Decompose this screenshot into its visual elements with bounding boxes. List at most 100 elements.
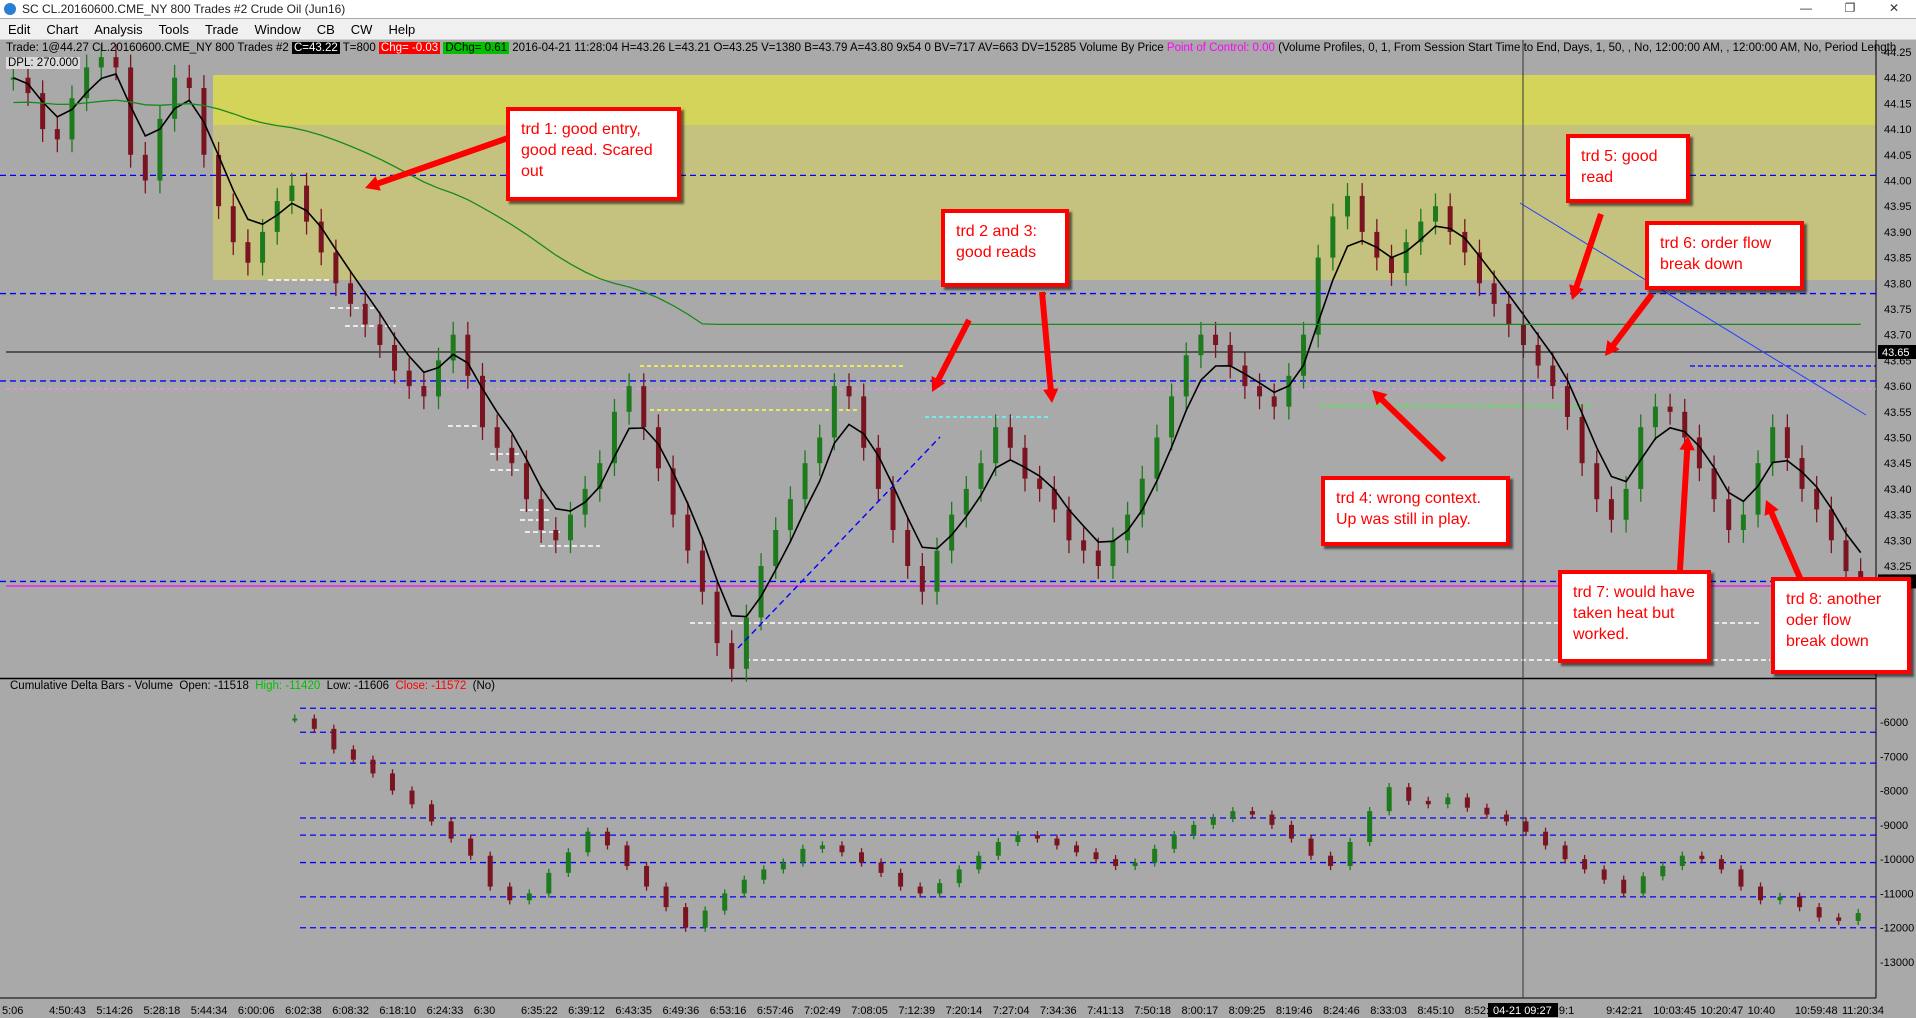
close-badge: C=43.22	[291, 42, 340, 54]
close-icon[interactable]: ✕	[1872, 0, 1916, 18]
annotation-trd7[interactable]: trd 7: would have taken heat but worked.	[1558, 570, 1711, 663]
annotation-trd5[interactable]: trd 5: good read	[1566, 134, 1690, 203]
delta-body-80	[1855, 913, 1861, 921]
menu-cb[interactable]: CB	[309, 22, 343, 37]
candle-body-43	[641, 386, 647, 428]
candle-body-17	[260, 231, 266, 263]
delta-body-64	[1543, 831, 1549, 846]
candle-body-61	[905, 530, 911, 566]
candle-body-70	[1037, 478, 1043, 489]
candle-body-25	[377, 324, 383, 345]
time-label-17: 7:02:49	[804, 1005, 841, 1017]
candle-body-81	[1198, 334, 1204, 356]
candle-body-97	[1432, 206, 1438, 222]
delta-body-59	[1445, 797, 1451, 805]
delta-body-44	[1152, 848, 1158, 863]
delta-body-50	[1269, 814, 1275, 825]
delta-body-45	[1171, 835, 1177, 849]
menu-bar: Edit Chart Analysis Tools Trade Window C…	[0, 19, 1916, 40]
candle-body-23	[348, 283, 354, 304]
time-label-18: 7:08:05	[851, 1005, 888, 1017]
delta-body-28	[839, 845, 845, 853]
delta-body-26	[800, 848, 806, 863]
delta-body-57	[1406, 787, 1412, 801]
delta-body-70	[1660, 866, 1666, 877]
restore-icon[interactable]: ❐	[1828, 0, 1872, 18]
menu-trade[interactable]: Trade	[197, 22, 246, 37]
delta-body-9	[468, 838, 474, 856]
candle-body-82	[1213, 334, 1219, 345]
delta-flag: (No)	[472, 680, 495, 692]
annotation-trd6[interactable]: trd 6: order flow break down	[1645, 221, 1804, 290]
delta-body-47	[1210, 818, 1216, 825]
candle-body-93	[1374, 231, 1380, 258]
price-label-4: 44.05	[1884, 150, 1912, 162]
candle-body-92	[1359, 195, 1365, 232]
candle-body-90	[1330, 216, 1336, 258]
window-title: SC CL.20160600.CME_NY 800 Trades #2 Crud…	[22, 2, 346, 16]
delta-body-42	[1113, 859, 1119, 866]
candle-body-53	[787, 499, 793, 531]
time-label-5: 6:00:06	[238, 1005, 275, 1017]
candle-body-78	[1154, 437, 1160, 479]
menu-help[interactable]: Help	[380, 22, 423, 37]
candle-body-123	[1814, 488, 1820, 510]
window-controls: — ❐ ✕	[1784, 0, 1916, 18]
candle-body-6	[98, 57, 104, 68]
time-label-25: 8:00:17	[1181, 1005, 1218, 1017]
candle-body-87	[1286, 375, 1292, 407]
delta-body-17	[624, 845, 630, 866]
delta-body-58	[1425, 800, 1431, 805]
delta-header: Cumulative Delta Bars - Volume Open: -11…	[10, 680, 495, 692]
time-label-22: 7:34:36	[1040, 1005, 1077, 1017]
app-icon	[4, 3, 16, 15]
candle-body-95	[1403, 242, 1409, 274]
candle-body-35	[523, 463, 529, 500]
delta-body-69	[1640, 876, 1646, 894]
time-label-20: 7:20:14	[946, 1005, 983, 1017]
candle-body-118	[1740, 514, 1746, 531]
delta-body-76	[1777, 896, 1783, 901]
annotation-trd1[interactable]: trd 1: good entry, good read. Scared out	[506, 107, 681, 201]
menu-window[interactable]: Window	[246, 22, 308, 37]
annotation-trd4[interactable]: trd 4: wrong context. Up was still in pl…	[1321, 476, 1510, 546]
candle-body-38	[567, 514, 573, 541]
delta-pane[interactable]	[0, 679, 1876, 997]
candle-body-67	[993, 427, 999, 464]
time-label-29: 8:33:03	[1370, 1005, 1407, 1017]
annotation-trd8[interactable]: trd 8: another oder flow break down	[1771, 577, 1911, 674]
candle-body-69	[1022, 447, 1028, 479]
price-label-16: 43.45	[1884, 458, 1912, 470]
menu-chart[interactable]: Chart	[38, 22, 86, 37]
price-label-3: 44.10	[1884, 124, 1912, 136]
delta-body-21	[702, 910, 708, 928]
candle-body-83	[1227, 344, 1233, 366]
candle-body-54	[802, 463, 808, 500]
candle-body-115	[1696, 437, 1702, 469]
menu-cw[interactable]: CW	[343, 22, 381, 37]
price-label-18: 43.35	[1884, 510, 1912, 522]
minimize-icon[interactable]: —	[1784, 0, 1828, 18]
delta-close: Close: -11572	[395, 680, 467, 692]
delta-body-53	[1328, 855, 1334, 866]
price-label-8: 43.85	[1884, 253, 1912, 265]
menu-tools[interactable]: Tools	[151, 22, 197, 37]
time-label-35: 10:03:45	[1653, 1005, 1696, 1017]
delta-body-1	[311, 718, 317, 729]
candle-body-22	[333, 252, 339, 284]
delta-label-6: -12000	[1880, 923, 1914, 935]
candle-body-105	[1550, 365, 1556, 387]
menu-analysis[interactable]: Analysis	[86, 22, 150, 37]
delta-body-30	[878, 862, 884, 873]
annotation-trd23[interactable]: trd 2 and 3: good reads	[941, 209, 1069, 287]
candle-body-50	[743, 617, 749, 669]
candle-body-60	[890, 488, 896, 531]
menu-edit[interactable]: Edit	[0, 22, 38, 37]
time-label-38: 10:59:48	[1795, 1005, 1838, 1017]
crosshair-price-label: 43.65	[1882, 347, 1910, 359]
poc-label: Point of Control: 0.00	[1166, 42, 1275, 54]
delta-label-3: -9000	[1880, 820, 1908, 832]
candle-body-94	[1389, 257, 1395, 274]
price-label-6: 43.95	[1884, 201, 1912, 213]
delta-body-62	[1503, 814, 1509, 822]
